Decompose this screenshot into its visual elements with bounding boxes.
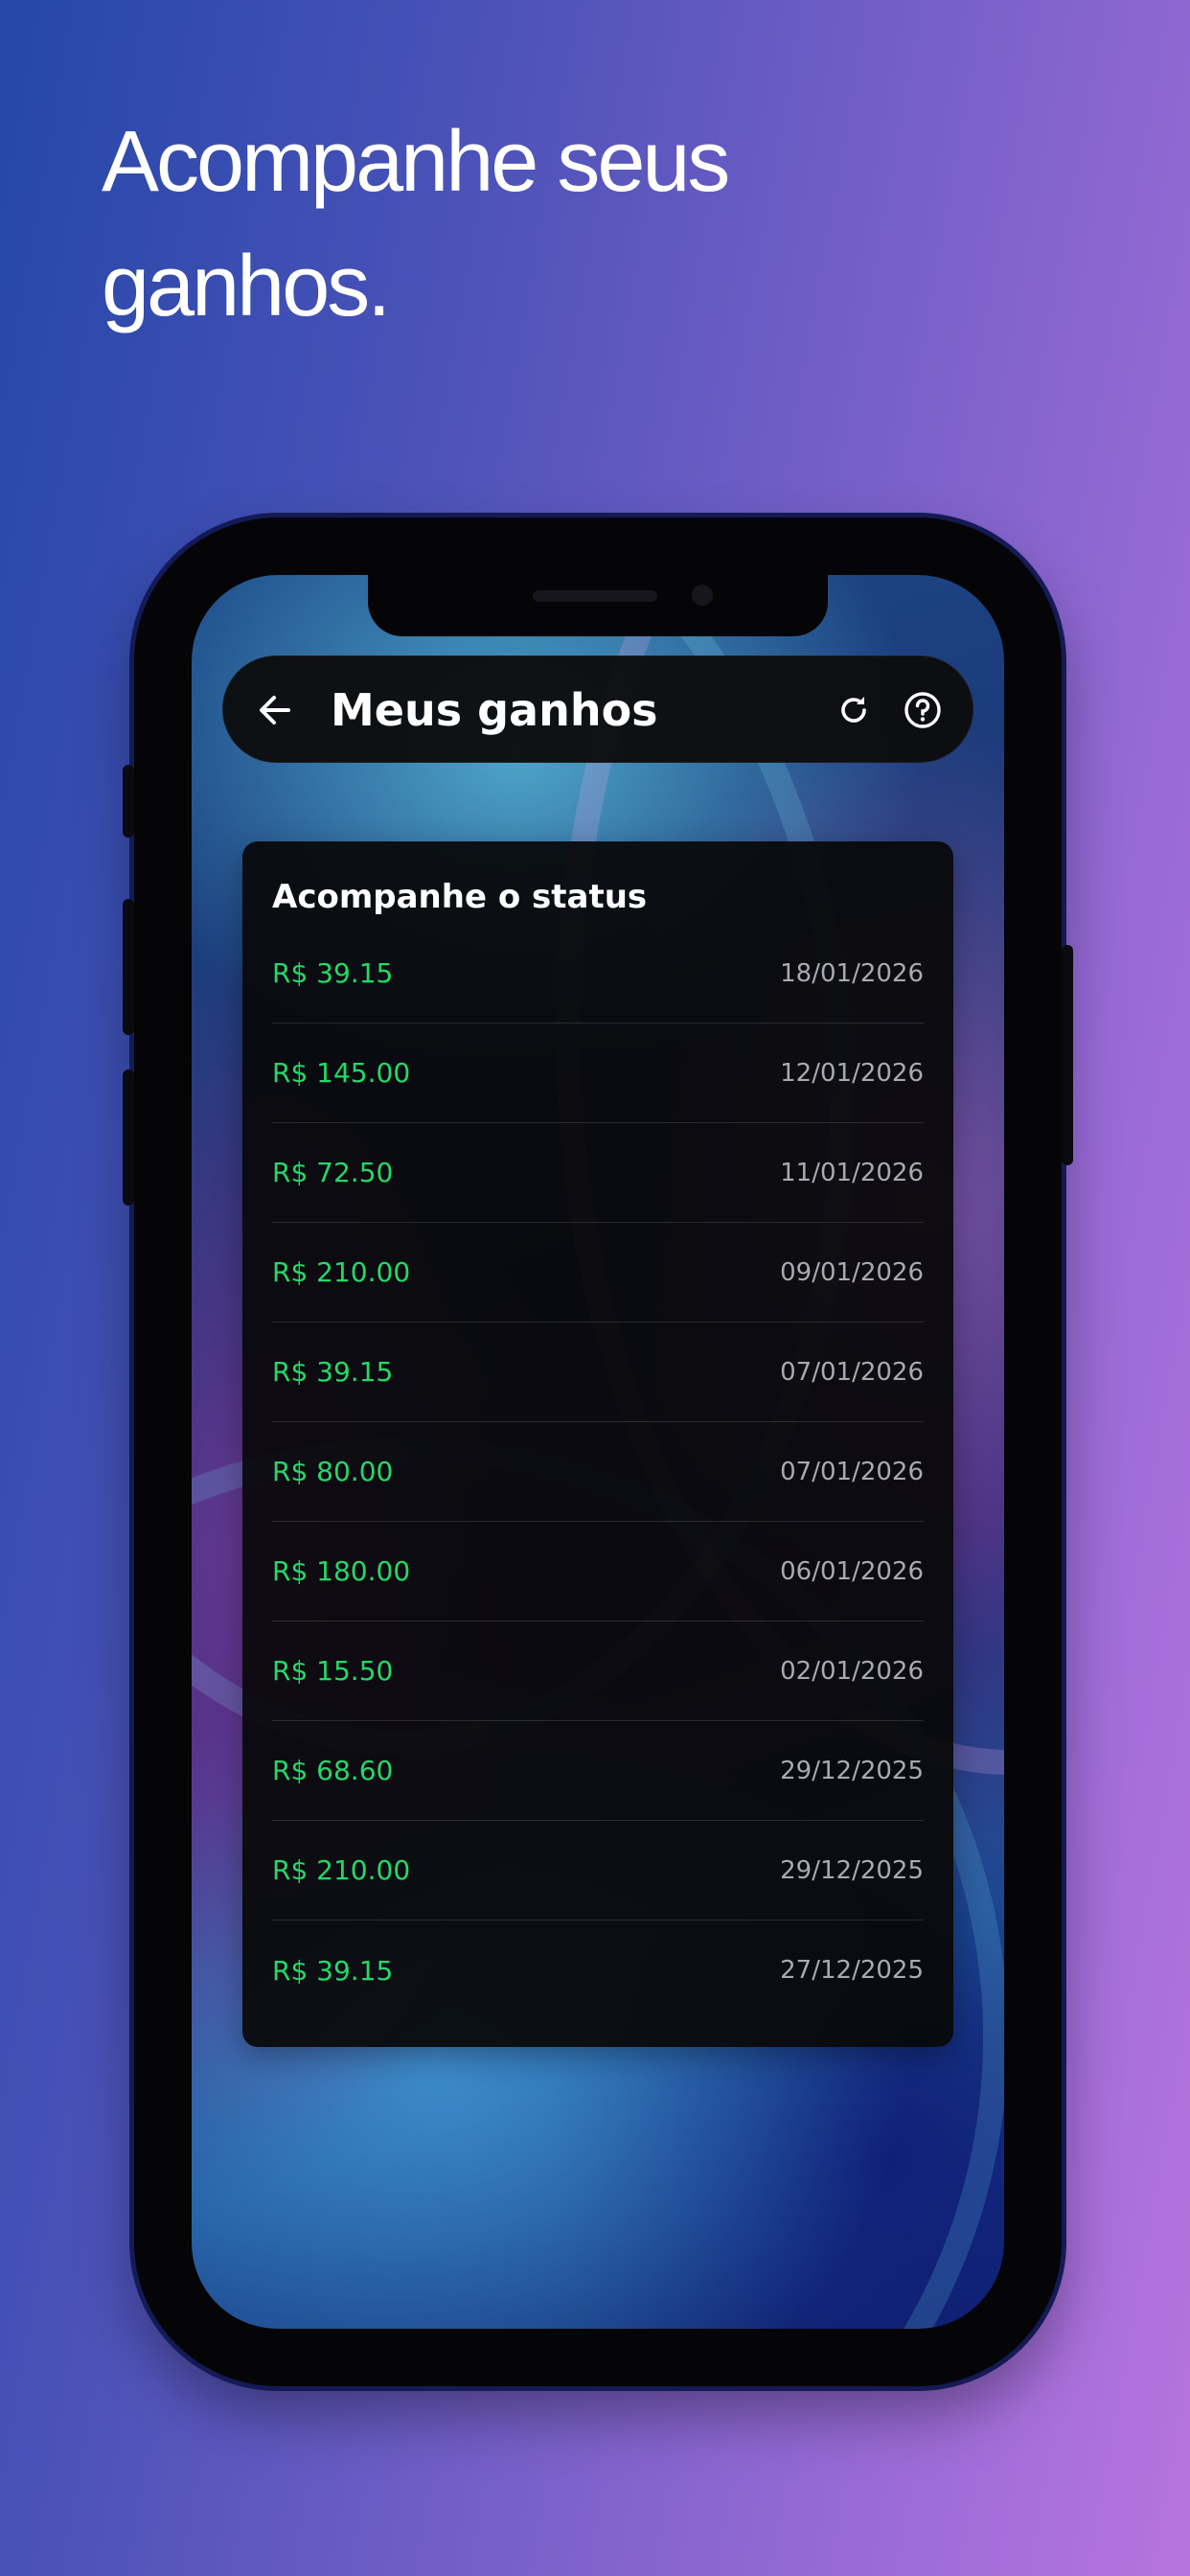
earning-date: 29/12/2025 xyxy=(780,1756,924,1785)
front-camera xyxy=(692,585,713,606)
mute-switch xyxy=(123,765,134,838)
earnings-card: Acompanhe o status R$ 39.15 18/01/2026 R… xyxy=(242,841,953,2047)
list-item[interactable]: R$ 210.00 09/01/2026 xyxy=(272,1223,924,1322)
list-item[interactable]: R$ 15.50 02/01/2026 xyxy=(272,1622,924,1721)
volume-down-button xyxy=(123,1070,134,1206)
earning-date: 18/01/2026 xyxy=(780,958,924,988)
power-button xyxy=(1062,945,1073,1165)
earning-amount: R$ 145.00 xyxy=(272,1057,411,1089)
earning-amount: R$ 210.00 xyxy=(272,1256,411,1288)
app-header: Meus ganhos xyxy=(222,656,973,763)
earning-date: 06/01/2026 xyxy=(780,1556,924,1586)
earning-amount: R$ 180.00 xyxy=(272,1555,411,1587)
earning-date: 07/01/2026 xyxy=(780,1357,924,1387)
arrow-left-icon[interactable] xyxy=(256,691,294,729)
earning-amount: R$ 39.15 xyxy=(272,957,394,989)
earning-date: 12/01/2026 xyxy=(780,1058,924,1088)
phone-screen: Meus ganhos Acompanhe o status R$ 39.15 … xyxy=(192,575,1004,2329)
list-item[interactable]: R$ 39.15 27/12/2025 xyxy=(272,1920,924,2020)
earning-amount: R$ 39.15 xyxy=(272,1954,394,1987)
earning-amount: R$ 80.00 xyxy=(272,1456,394,1487)
page-title: Meus ganhos xyxy=(331,684,658,736)
list-item[interactable]: R$ 68.60 29/12/2025 xyxy=(272,1721,924,1821)
earning-date: 02/01/2026 xyxy=(780,1656,924,1686)
earning-date: 27/12/2025 xyxy=(780,1956,924,1985)
list-item[interactable]: R$ 39.15 18/01/2026 xyxy=(272,924,924,1024)
earning-amount: R$ 15.50 xyxy=(272,1655,394,1687)
earning-date: 29/12/2025 xyxy=(780,1855,924,1885)
earning-amount: R$ 39.15 xyxy=(272,1356,394,1388)
earning-amount: R$ 72.50 xyxy=(272,1157,394,1188)
phone-frame: Meus ganhos Acompanhe o status R$ 39.15 … xyxy=(123,518,1073,2386)
list-item[interactable]: R$ 72.50 11/01/2026 xyxy=(272,1123,924,1223)
earning-amount: R$ 210.00 xyxy=(272,1854,411,1886)
earnings-list: R$ 39.15 18/01/2026 R$ 145.00 12/01/2026… xyxy=(272,924,924,2020)
earning-date: 07/01/2026 xyxy=(780,1457,924,1486)
speaker-grille xyxy=(533,590,657,602)
list-item[interactable]: R$ 80.00 07/01/2026 xyxy=(272,1422,924,1522)
notch xyxy=(368,575,828,636)
list-item[interactable]: R$ 180.00 06/01/2026 xyxy=(272,1522,924,1622)
refresh-icon[interactable] xyxy=(835,691,873,729)
card-title: Acompanhe o status xyxy=(272,878,648,916)
promo-headline: Acompanhe seus ganhos. xyxy=(102,114,730,334)
list-item[interactable]: R$ 210.00 29/12/2025 xyxy=(272,1821,924,1920)
earning-amount: R$ 68.60 xyxy=(272,1755,394,1786)
list-item[interactable]: R$ 145.00 12/01/2026 xyxy=(272,1024,924,1123)
list-item[interactable]: R$ 39.15 07/01/2026 xyxy=(272,1322,924,1422)
help-circle-icon[interactable] xyxy=(902,689,944,731)
volume-up-button xyxy=(123,899,134,1035)
earning-date: 09/01/2026 xyxy=(780,1257,924,1287)
earning-date: 11/01/2026 xyxy=(780,1158,924,1187)
